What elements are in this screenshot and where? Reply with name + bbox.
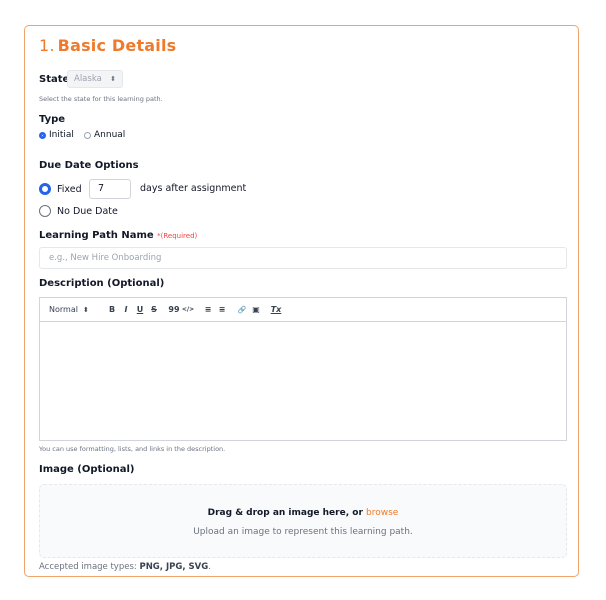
description-label: Description (Optional) [39,278,165,289]
due-date-fixed-label: Fixed [57,183,82,195]
basic-details-card: 1. Basic Details State Alaska ⬍ Select th… [24,25,579,577]
clear-format-icon[interactable]: Tx [269,305,283,314]
bold-icon[interactable]: B [105,305,119,314]
learning-path-name-label: Learning Path Name *(Required) [39,230,197,241]
quote-icon[interactable]: 99 [167,305,181,314]
chevron-updown-icon: ⬍ [110,75,116,83]
state-label: State [39,74,70,85]
section-number: 1. [39,36,55,55]
bullet-list-icon[interactable]: ≡ [215,305,229,314]
section-title-text: Basic Details [57,36,177,55]
description-editor-area[interactable] [40,322,566,441]
due-date-radio-fixed[interactable]: Fixed [39,183,82,195]
type-option-initial-label: Initial [49,130,74,140]
strikethrough-icon[interactable]: S [147,305,161,314]
radio-selected-icon [39,183,51,195]
required-indicator: *(Required) [157,232,198,240]
underline-icon[interactable]: U [133,305,147,314]
radio-unselected-icon [84,131,91,139]
state-select[interactable]: Alaska ⬍ [67,70,123,88]
accepted-types-prefix: Accepted image types: [39,562,137,572]
ordered-list-icon[interactable]: ≡ [201,305,215,314]
image-dropzone[interactable]: Drag & drop an image here, or browse Upl… [39,484,567,558]
accepted-types-text: Accepted image types: PNG, JPG, SVG. [39,562,211,572]
due-date-radio-none[interactable]: No Due Date [39,205,118,217]
italic-icon[interactable]: I [119,305,133,314]
section-title: 1. Basic Details [39,36,176,55]
accepted-types-list: PNG, JPG, SVG [139,562,209,572]
dropzone-main-text: Drag & drop an image here, or browse [40,508,566,518]
state-select-value: Alaska [74,74,102,84]
code-icon[interactable]: </> [181,306,195,313]
radio-selected-icon [39,131,46,139]
chevron-updown-icon[interactable]: ⬍ [83,306,105,314]
due-date-label: Due Date Options [39,160,139,171]
days-after-input[interactable]: 7 [89,179,131,199]
image-label: Image (Optional) [39,464,135,475]
type-radio-initial[interactable]: Initial [39,130,74,140]
due-date-none-label: No Due Date [57,205,118,217]
type-label: Type [39,114,66,125]
type-radio-annual[interactable]: Annual [84,130,125,140]
learning-path-name-label-text: Learning Path Name [39,230,154,241]
browse-link[interactable]: browse [366,508,398,518]
days-after-text: days after assignment [140,183,247,194]
learning-path-name-input[interactable]: e.g., New Hire Onboarding [39,247,567,269]
accepted-types-suffix: . [208,562,211,572]
dropzone-subtext: Upload an image to represent this learni… [193,527,413,537]
dropzone-drag-text: Drag & drop an image here, or [207,508,363,518]
image-icon[interactable]: ▣ [249,305,263,314]
radio-unselected-icon [39,205,51,217]
type-option-annual-label: Annual [94,130,126,140]
format-select[interactable]: Normal [49,305,83,314]
state-help-text: Select the state for this learning path. [39,95,163,103]
editor-toolbar: Normal ⬍ B I U S 99 </> ≡ ≡ 🔗 ▣ Tx [40,298,566,322]
description-editor: Normal ⬍ B I U S 99 </> ≡ ≡ 🔗 ▣ Tx [39,297,567,441]
description-help-text: You can use formatting, lists, and links… [39,445,226,453]
link-icon[interactable]: 🔗 [235,306,249,314]
